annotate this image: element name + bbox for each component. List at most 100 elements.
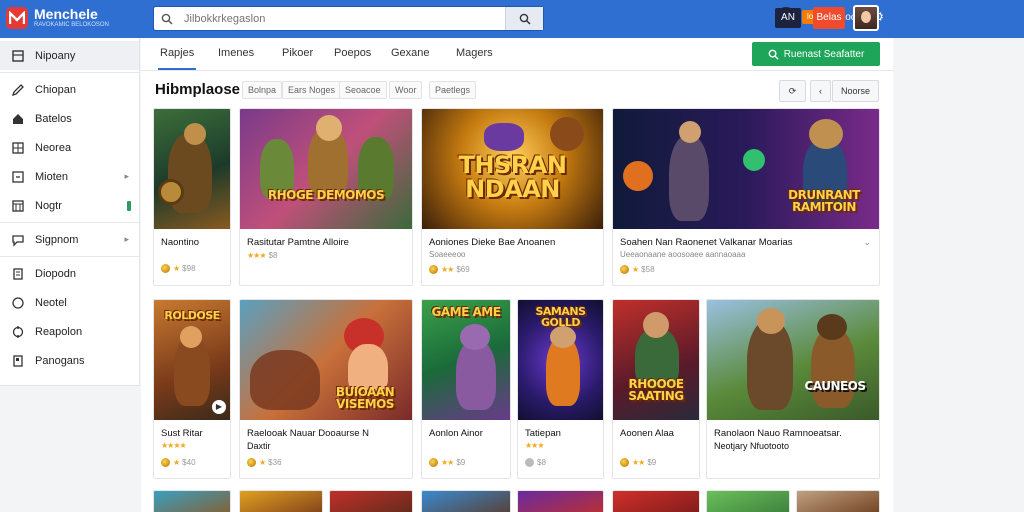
avatar[interactable]	[853, 5, 879, 31]
sidebar-item-label: Diopodn	[35, 267, 76, 280]
card-title: Raelooak Nauar Dooaurse N	[247, 428, 369, 439]
card-subtitle: Daxtir	[247, 441, 271, 451]
game-card[interactable]	[796, 490, 880, 512]
tab-magers[interactable]: Magers	[456, 47, 493, 59]
chevron-right-icon: ▸	[124, 234, 129, 244]
search-input[interactable]	[184, 7, 504, 30]
game-thumbnail: SAMANS GOLLD	[518, 300, 603, 420]
more-button[interactable]: Noorse	[832, 80, 879, 102]
logo-subtitle: RAVOKAMIC BELOKOSON	[34, 21, 109, 28]
card-price: $9	[647, 458, 657, 467]
action-button[interactable]: Belas	[813, 7, 845, 29]
sidebar: Nipoany Chiopan Batelos Neorea Mioten ▸ …	[0, 38, 140, 386]
filter-chip[interactable]: Bolnpa	[242, 81, 283, 99]
game-thumbnail: BUIOAAN VISEMOS	[240, 300, 412, 420]
card-price: $40	[182, 458, 196, 467]
tab-pikoer[interactable]: Pikoer	[282, 47, 313, 59]
tab-rapjes[interactable]: Rapjes	[157, 47, 197, 70]
card-meta: ★★★	[525, 441, 544, 450]
refresh-button[interactable]: ⟳	[779, 80, 806, 102]
chat-icon	[10, 232, 26, 248]
game-card[interactable]: THSRAN NDAAN Aoniones Dieke Bae Anoanen …	[421, 108, 604, 286]
game-card[interactable]: BUIOAAN VISEMOS Raelooak Nauar Dooaurse …	[239, 299, 413, 479]
game-card[interactable]	[153, 490, 231, 512]
game-card[interactable]: RHOOOE SAATING Aoonen Alaa ★★ $9	[612, 299, 700, 479]
card-meta: ★★★ $8	[247, 251, 277, 260]
filter-chip[interactable]: Woor	[389, 81, 423, 99]
card-subtitle: Soaeeeoo	[429, 250, 466, 259]
game-card[interactable]	[421, 490, 511, 512]
sidebar-item-house[interactable]: Batelos	[0, 104, 139, 133]
sidebar-item-home[interactable]: Nipoany	[0, 41, 139, 70]
rating-stars: ★★★	[247, 251, 266, 260]
sidebar-item-page[interactable]: Panogans	[0, 346, 139, 375]
game-card[interactable]: GAME AME Aonlon Ainor ★★ $9	[421, 299, 511, 479]
filter-chip[interactable]: Ears Noges	[282, 81, 342, 99]
rating-stars: ★★	[632, 458, 645, 467]
card-price: $58	[641, 265, 655, 274]
card-title: Naontino	[161, 237, 200, 248]
filter-chip[interactable]: Paetlegs	[429, 81, 477, 99]
sidebar-item-chat[interactable]: Sigpnom ▸	[0, 225, 139, 254]
game-card[interactable]	[612, 490, 700, 512]
document-icon	[10, 266, 26, 282]
logo-mark-icon	[6, 7, 28, 29]
rating-stars: ★★	[441, 458, 454, 467]
game-card[interactable]	[517, 490, 604, 512]
logo-title: Menchele	[34, 5, 98, 22]
card-title: Sust Ritar	[161, 428, 203, 439]
rating-stars: ★★★	[525, 441, 544, 450]
game-card[interactable]: SAMANS GOLLD Tatiepan ★★★ $8	[517, 299, 604, 479]
top-bar: Menchele RAVOKAMIC BELOKOSON lole Wooces…	[0, 0, 1024, 38]
sidebar-item-calendar[interactable]: Nogtr	[0, 191, 139, 220]
search-bar	[153, 6, 544, 31]
logo-text: Menchele RAVOKAMIC BELOKOSON	[34, 5, 109, 29]
account-button[interactable]: AN	[775, 8, 801, 28]
chevron-down-icon[interactable]: ⌄	[863, 237, 871, 248]
coin-icon	[429, 265, 438, 274]
sidebar-item-label: Batelos	[35, 112, 72, 125]
main-content: Rapjes Imenes Pikoer Poepos Gexane Mager…	[141, 38, 893, 512]
sidebar-item-label: Mioten	[35, 170, 69, 183]
thumbnail-title: CAUNEOS	[804, 379, 866, 393]
card-title: Aonlon Ainor	[429, 428, 483, 439]
card-meta: ★★ $9	[429, 458, 465, 467]
game-card[interactable]: Naontino ★ $98	[153, 108, 231, 286]
sidebar-item-settings[interactable]: Reapolon	[0, 317, 139, 346]
coin-icon	[247, 458, 256, 467]
game-card[interactable]: RHOGE DEMOMOS Rasitutar Pamtne Alloire ★…	[239, 108, 413, 286]
primary-action-button[interactable]: Ruenast Seafatter	[752, 42, 880, 66]
sidebar-item-edit[interactable]: Chiopan	[0, 75, 139, 104]
sidebar-item-box[interactable]: Mioten ▸	[0, 162, 139, 191]
card-subtitle: Neotjary Nfuotooto	[714, 441, 790, 451]
edit-icon	[10, 82, 26, 98]
card-meta: ★ $58	[620, 265, 655, 274]
card-price: $36	[268, 458, 282, 467]
tab-imenes[interactable]: Imenes	[218, 47, 254, 59]
rating-stars: ★	[173, 264, 180, 273]
game-card[interactable]: CAUNEOS Ranolaon Nauo Ramnoeatsar. Neotj…	[706, 299, 880, 479]
tab-gexane[interactable]: Gexane	[391, 47, 430, 59]
card-meta: ★★ $69	[429, 265, 470, 274]
card-title: Soahen Nan Raonenet Valkanar Moarias	[620, 237, 793, 248]
filter-chip[interactable]: Seoacoe	[339, 81, 387, 99]
game-card[interactable]	[706, 490, 790, 512]
back-button[interactable]: ‹	[810, 80, 831, 102]
game-card[interactable]: DRUNRANT RAMITOIN Soahen Nan Raonenet Va…	[612, 108, 880, 286]
tab-poepos[interactable]: Poepos	[334, 47, 371, 59]
play-icon[interactable]: ▶	[212, 400, 226, 414]
sidebar-item-document[interactable]: Diopodn	[0, 259, 139, 288]
sidebar-item-circle[interactable]: Neotel	[0, 288, 139, 317]
app-logo[interactable]: Menchele RAVOKAMIC BELOKOSON	[6, 7, 109, 29]
game-card[interactable]: ROLDOSE ▶ Sust Ritar ★★★★ ★ $40	[153, 299, 231, 479]
sidebar-item-grid[interactable]: Neorea	[0, 133, 139, 162]
card-meta: ★★ $9	[620, 458, 656, 467]
rating-stars: ★★	[441, 265, 454, 274]
game-thumbnail: RHOGE DEMOMOS	[240, 109, 412, 229]
card-title: Ranolaon Nauo Ramnoeatsar.	[714, 428, 842, 439]
coin-icon	[429, 458, 438, 467]
card-title: Tatiepan	[525, 428, 561, 439]
game-card[interactable]	[239, 490, 323, 512]
search-button[interactable]	[505, 7, 543, 30]
game-card[interactable]	[329, 490, 413, 512]
